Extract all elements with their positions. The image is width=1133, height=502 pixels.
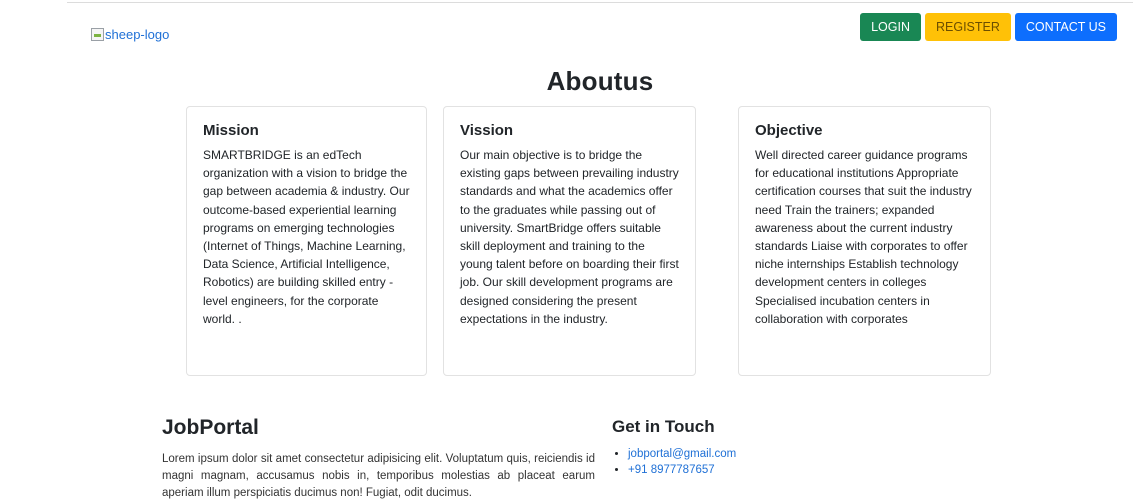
card-text: SMARTBRIDGE is an edTech organization wi… [203, 148, 410, 326]
logo-alt-text: sheep-logo [105, 27, 170, 42]
login-button[interactable]: LOGIN [860, 13, 921, 41]
jobportal-title: JobPortal [162, 416, 259, 439]
about-title: Aboutus [546, 66, 654, 96]
objective-card: Objective Well directed career guidance … [738, 106, 991, 376]
card-text: Well directed career guidance programs f… [755, 148, 972, 326]
card-title: Vission [460, 122, 514, 139]
logo-link[interactable]: sheep-logo [91, 27, 169, 42]
card-title: Mission [203, 122, 259, 139]
top-strip [0, 0, 1133, 4]
card-text: Our main objective is to bridge the exis… [460, 148, 679, 326]
list-item: jobportal@gmail.com [628, 446, 736, 462]
broken-image-icon [91, 28, 104, 41]
register-button[interactable]: REGISTER [924, 13, 1011, 41]
jobportal-description: Lorem ipsum dolor sit amet consectetur a… [162, 453, 595, 499]
mission-card: Mission SMARTBRIDGE is an edTech organiz… [186, 106, 427, 376]
email-link[interactable]: jobportal@gmail.com [628, 448, 736, 460]
card-title: Objective [755, 122, 823, 139]
contact-us-button[interactable]: CONTACT US [1014, 13, 1117, 41]
vission-card: Vission Our main objective is to bridge … [443, 106, 696, 376]
contact-list: jobportal@gmail.com +91 8977787657 [628, 446, 736, 478]
get-in-touch-title: Get in Touch [612, 417, 715, 436]
top-divider [67, 2, 1133, 3]
phone-link[interactable]: +91 8977787657 [628, 464, 715, 476]
header-nav: LOGIN REGISTER CONTACT US [860, 13, 1117, 41]
list-item: +91 8977787657 [628, 462, 736, 478]
